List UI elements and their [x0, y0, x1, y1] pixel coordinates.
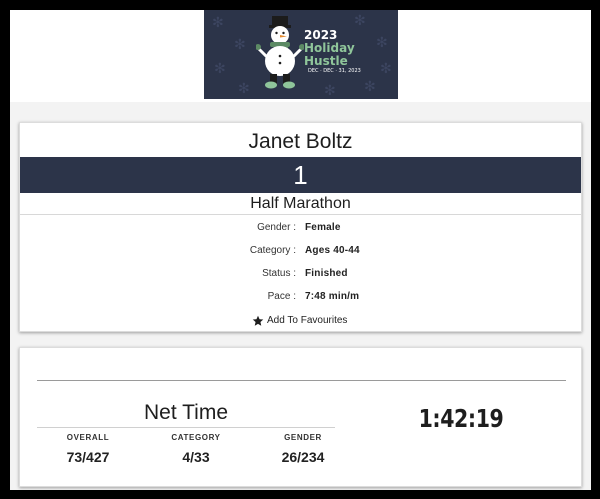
detail-value: Ages 40-44 [305, 245, 360, 256]
event-logo-banner[interactable]: ✻ ✻ ✻ ✻ ✻ ✻ ✻ ✻ ✻ 2023 Holiday Hustle DE… [204, 10, 398, 99]
net-time-value: 1:42:19 [418, 404, 504, 433]
snowflake-icon: ✻ [234, 37, 246, 53]
detail-label: Pace : [267, 291, 296, 302]
runner-name: Janet Boltz [248, 130, 353, 153]
race-name: Half Marathon [20, 193, 581, 215]
detail-value: 7:48 min/m [305, 291, 360, 302]
header-area: ✻ ✻ ✻ ✻ ✻ ✻ ✻ ✻ ✻ 2023 Holiday Hustle DE… [10, 10, 591, 102]
ranking-label: GENDER [284, 433, 322, 442]
logo-event-name: Holiday Hustle [304, 42, 355, 68]
result-card: Net Time OVERALL 73/427 CATEGORY 4/33 GE… [19, 347, 582, 487]
logo-year: 2023 [304, 28, 338, 42]
ranking-label: OVERALL [66, 433, 110, 442]
ranking-value: 26/234 [281, 449, 325, 465]
detail-label: Status : [262, 268, 296, 279]
detail-row-category: Category : Ages 40-44 [20, 243, 581, 259]
snowflake-icon: ✻ [214, 61, 226, 77]
logo-dates: DEC · DEC · 31, 2023 [308, 68, 361, 74]
ranking-gender: GENDER 26/234 [253, 432, 353, 466]
snowman-icon [256, 16, 304, 89]
net-time-title: Net Time [143, 401, 229, 424]
page-frame: ✻ ✻ ✻ ✻ ✻ ✻ ✻ ✻ ✻ 2023 Holiday Hustle DE… [10, 10, 591, 490]
snowflake-icon: ✻ [376, 35, 388, 51]
detail-row-gender: Gender : Female [20, 220, 581, 236]
detail-label: Category : [249, 245, 296, 256]
divider [37, 380, 566, 381]
detail-value: Female [305, 222, 341, 233]
bib-number: 1 [20, 157, 581, 193]
snowflake-icon: ✻ [238, 81, 250, 97]
snowflake-icon: ✻ [364, 79, 376, 95]
divider [37, 427, 335, 428]
snowflake-icon: ✻ [324, 83, 336, 99]
ranking-value: 73/427 [66, 449, 110, 465]
detail-row-status: Status : Finished [20, 266, 581, 282]
runner-card: Janet Boltz 1 Half Marathon Gender : Fem… [19, 122, 582, 332]
add-to-favourites-button[interactable]: Add To Favourites [252, 313, 347, 329]
snowflake-icon: ✻ [380, 61, 392, 77]
detail-row-pace: Pace : 7:48 min/m [20, 289, 581, 305]
ranking-value: 4/33 [182, 449, 210, 465]
star-icon [252, 315, 264, 326]
logo-name-line-2: Hustle [304, 54, 348, 68]
detail-value: Finished [305, 268, 348, 279]
snowflake-icon: ✻ [212, 15, 224, 31]
ranking-overall: OVERALL 73/427 [38, 432, 138, 466]
snowflake-icon: ✻ [354, 13, 366, 29]
detail-label: Gender : [257, 222, 296, 233]
ranking-category: CATEGORY 4/33 [146, 432, 246, 466]
ranking-label: CATEGORY [171, 433, 221, 442]
add-to-favourites-label: Add To Favourites [267, 315, 348, 326]
